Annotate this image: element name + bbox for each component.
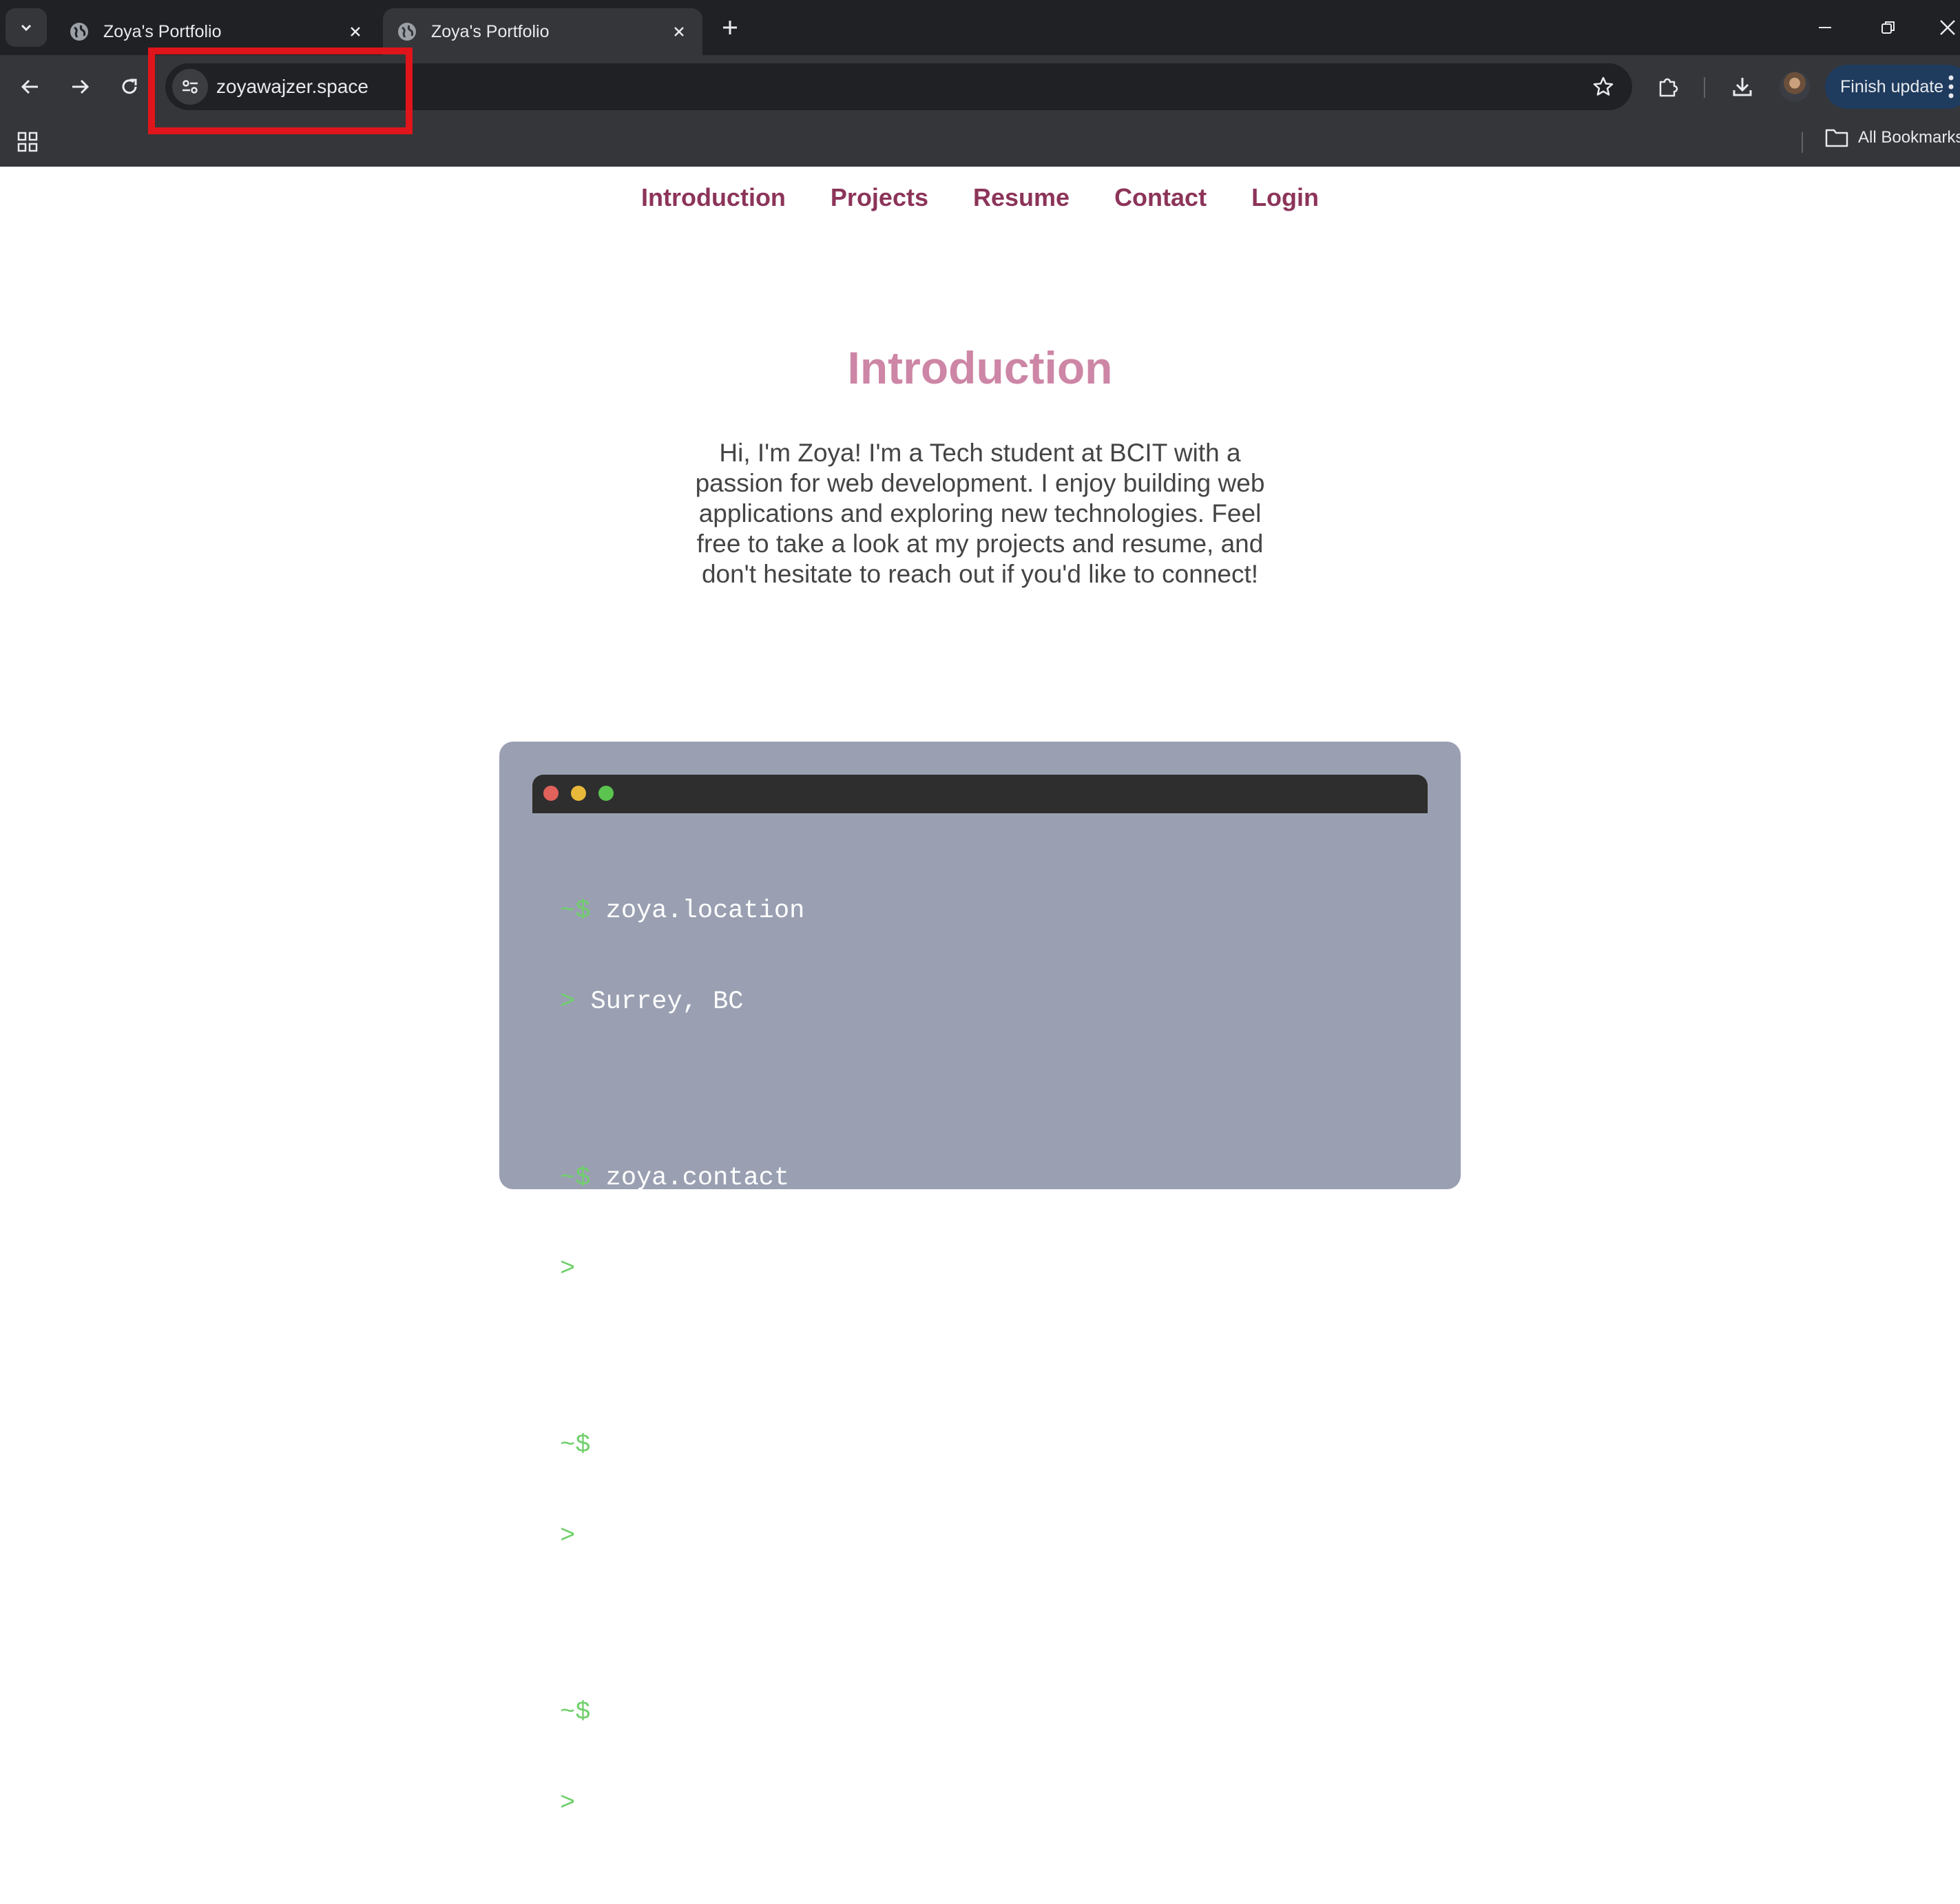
- reload-button[interactable]: [113, 70, 146, 103]
- profile-avatar[interactable]: [1780, 72, 1810, 102]
- terminal-entry-education: ~$ zoya.education > BCIT, Computer Infor…: [560, 1637, 1156, 1879]
- terminal-prompt: ~$: [560, 897, 591, 925]
- folder-icon: [1825, 129, 1848, 147]
- apps-grid-icon[interactable]: [14, 128, 41, 156]
- intro-paragraph: Hi, I'm Zoya! I'm a Tech student at BCIT…: [695, 439, 1265, 588]
- tab-title: Zoya's Portfolio: [431, 21, 550, 41]
- intro-heading: Introduction: [847, 342, 1113, 393]
- terminal-entry-location: ~$ zoya.location > Surrey, BC: [560, 835, 1156, 1078]
- terminal-arrow: >: [560, 1255, 576, 1284]
- minimize-button[interactable]: [1806, 10, 1844, 45]
- terminal-command: zoya.resume: [605, 1431, 774, 1460]
- nav-link-projects[interactable]: Projects: [831, 183, 928, 212]
- arrow-right-icon: [72, 79, 90, 94]
- terminal-arrow: >: [560, 987, 576, 1016]
- terminal-output: BCIT, Computer Information Technology: [590, 1789, 1156, 1818]
- downloads-button[interactable]: [1726, 70, 1759, 103]
- download-icon: [1733, 78, 1752, 96]
- terminal-command: zoya.contact: [605, 1164, 790, 1193]
- terminal-output: Surrey, BC: [590, 987, 744, 1016]
- terminal-entry-resume: ~$ zoya.resume > ZoyaResume.pdf: [560, 1370, 1156, 1612]
- nav-link-login[interactable]: Login: [1251, 183, 1319, 212]
- tab-search-button[interactable]: [6, 8, 47, 47]
- minimize-icon: [1819, 27, 1831, 28]
- tab-close-button[interactable]: [346, 22, 365, 41]
- new-tab-button[interactable]: [716, 14, 744, 41]
- terminal-arrow: >: [560, 1522, 576, 1551]
- globe-icon: [398, 23, 416, 41]
- terminal-entry-contact: ~$ zoya.contact > zoyamber@gmail.com: [560, 1102, 1156, 1345]
- tab-close-button[interactable]: [669, 22, 689, 41]
- terminal-dot-yellow: [571, 786, 586, 801]
- terminal-output[interactable]: ZoyaResume.pdf: [590, 1522, 804, 1551]
- forward-button[interactable]: [63, 70, 96, 103]
- all-bookmarks-button[interactable]: All Bookmarks: [1825, 118, 1960, 157]
- tab-title: Zoya's Portfolio: [103, 21, 222, 41]
- terminal-output[interactable]: zoyamber@gmail.com: [590, 1255, 866, 1284]
- close-icon: [674, 27, 684, 36]
- restore-icon: [1881, 21, 1895, 34]
- finish-update-button[interactable]: Finish update: [1825, 65, 1960, 109]
- terminal-command: zoya.location: [605, 897, 805, 925]
- extensions-button[interactable]: [1651, 70, 1685, 103]
- terminal-card: ~$ zoya.location > Surrey, BC ~$ zoya.co…: [499, 742, 1461, 1818]
- chevron-down-icon: [21, 24, 32, 32]
- all-bookmarks-label: All Bookmarks: [1858, 128, 1960, 147]
- nav-link-introduction[interactable]: Introduction: [641, 183, 786, 212]
- terminal-body: ~$ zoya.location > Surrey, BC ~$ zoya.co…: [560, 835, 1156, 1904]
- reload-icon: [122, 79, 137, 94]
- close-icon: [1940, 20, 1955, 35]
- globe-icon: [70, 23, 88, 41]
- browser-titlebar: Zoya's Portfolio Zoya's Portfolio: [0, 0, 1960, 55]
- terminal-command: zoya.education: [605, 1698, 820, 1727]
- back-button[interactable]: [14, 70, 47, 103]
- star-icon: [1593, 76, 1614, 96]
- restore-button[interactable]: [1869, 10, 1908, 45]
- nav-link-resume[interactable]: Resume: [973, 183, 1070, 212]
- puzzle-icon: [1659, 78, 1678, 97]
- terminal-prompt: ~$: [560, 1164, 591, 1193]
- annotation-highlight-box: [148, 48, 413, 134]
- terminal-dot-red: [543, 786, 559, 801]
- browser-tab-2-active[interactable]: Zoya's Portfolio: [383, 8, 702, 55]
- terminal-titlebar: [532, 775, 1428, 813]
- nav-link-contact[interactable]: Contact: [1114, 183, 1207, 212]
- more-menu-icon[interactable]: [1948, 74, 1954, 103]
- arrow-left-icon: [21, 79, 38, 94]
- close-window-button[interactable]: [1928, 10, 1960, 45]
- terminal-prompt: ~$: [560, 1431, 591, 1460]
- toolbar-divider: [1704, 77, 1705, 98]
- terminal-dot-green: [598, 786, 614, 801]
- bookmarks-divider: [1802, 132, 1803, 153]
- terminal-prompt: ~$: [560, 1698, 591, 1727]
- plus-icon: [723, 21, 737, 34]
- terminal-arrow: >: [560, 1789, 576, 1818]
- site-nav: Introduction Projects Resume Contact Log…: [0, 183, 1960, 212]
- close-icon: [351, 27, 360, 36]
- bookmark-star-button[interactable]: [1589, 73, 1617, 101]
